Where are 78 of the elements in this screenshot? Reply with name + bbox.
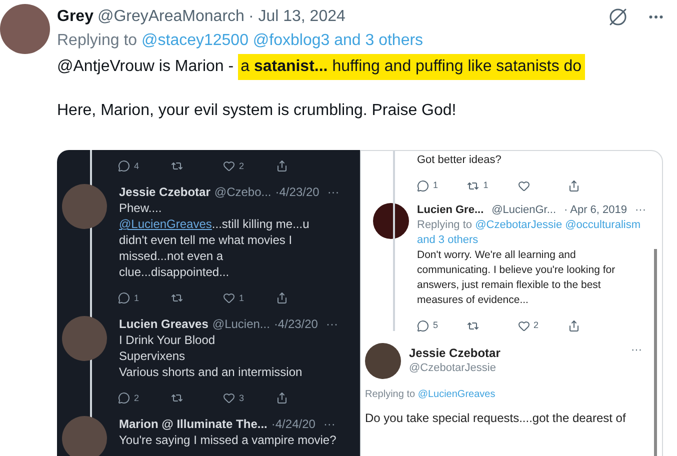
more-icon[interactable]: ··· bbox=[635, 203, 646, 218]
share-icon[interactable] bbox=[276, 292, 288, 304]
tweet-text: Do you take special requests....got the dearest of bbox=[365, 410, 626, 426]
action-count: 2 bbox=[534, 319, 539, 332]
retweet-icon[interactable] bbox=[467, 320, 480, 332]
avatar bbox=[365, 343, 401, 379]
tweet-date: · Jul 13, 2024 bbox=[248, 7, 346, 27]
author-handle: @Czebo... bbox=[214, 184, 272, 200]
author-name: Jessie Czebotar bbox=[409, 346, 502, 361]
tweet-text: Various shorts and an intermission bbox=[119, 364, 302, 380]
replying-to-text: Replying to @LucienGreaves bbox=[365, 388, 496, 402]
tweet-text: I Drink Your Blood bbox=[119, 332, 216, 348]
tweet-date: ·4/24/20 bbox=[271, 416, 316, 432]
highlighted-text: a satanist... huffing and puffing like satanists do bbox=[238, 54, 585, 80]
author-name: Grey bbox=[57, 7, 94, 27]
tweet-text: missed...not even a bbox=[119, 248, 224, 264]
author-name: Marion @ Illuminate The... bbox=[119, 416, 268, 432]
mention-link[interactable]: @LucienGreaves bbox=[119, 216, 212, 232]
action-count: 5 bbox=[433, 319, 438, 332]
more-icon[interactable]: ··· bbox=[327, 184, 340, 200]
tweet-date: ·4/23/20 bbox=[274, 316, 318, 332]
action-count: 2 bbox=[239, 160, 244, 173]
avatar bbox=[0, 4, 50, 54]
avatar bbox=[62, 416, 107, 456]
share-icon[interactable] bbox=[276, 160, 288, 172]
author-name: Lucien Greaves bbox=[119, 316, 208, 332]
action-count: 3 bbox=[239, 392, 244, 405]
author-handle: @GreyAreaMonarch bbox=[97, 7, 244, 27]
heart-icon[interactable] bbox=[223, 392, 235, 404]
avatar bbox=[373, 203, 409, 239]
more-icon[interactable]: ··· bbox=[326, 316, 338, 332]
author-name: Lucien Gre... bbox=[417, 203, 484, 218]
share-icon[interactable] bbox=[568, 180, 580, 192]
author-name: Jessie Czebotar bbox=[119, 184, 210, 200]
action-count: 1 bbox=[483, 179, 488, 192]
heart-icon[interactable] bbox=[518, 180, 530, 192]
avatar bbox=[62, 316, 107, 361]
replying-to-text: Replying to @CzebotarJessie @occulturalism and 3 others bbox=[417, 218, 642, 248]
comment-icon[interactable] bbox=[417, 180, 429, 192]
tweet-text: Don't worry. We're all learning and communicating. I believe you're looking for answers, just remain flexible to the best measures of evidence... bbox=[417, 248, 616, 308]
tweet-text: Here, Marion, your evil system is crumbling. Praise God! bbox=[57, 101, 458, 121]
share-icon[interactable] bbox=[276, 392, 288, 404]
tweet-text: didn't even tell me what movies I bbox=[119, 232, 292, 248]
avatar bbox=[62, 184, 107, 229]
tweet-text: @AntjeVrouw is Marion - bbox=[57, 57, 234, 77]
author-handle: @CzebotarJessie bbox=[409, 361, 497, 376]
comment-icon[interactable] bbox=[118, 160, 130, 172]
share-icon[interactable] bbox=[568, 320, 580, 332]
comment-icon[interactable] bbox=[417, 320, 429, 332]
comment-icon[interactable] bbox=[118, 292, 130, 304]
tweet-text: Supervixens bbox=[119, 348, 186, 364]
slashed-circle-icon[interactable] bbox=[609, 8, 627, 26]
scroll-bar[interactable] bbox=[654, 249, 657, 456]
author-handle: @LucienGr... bbox=[492, 203, 556, 218]
heart-icon[interactable] bbox=[223, 292, 235, 304]
replying-to-text: Replying to @stacey12500 @foxblog3 and 3 others bbox=[57, 31, 424, 51]
more-icon[interactable]: ··· bbox=[323, 416, 336, 432]
tweet-text: ...still killing me...u bbox=[212, 216, 310, 232]
tweet-text: You're saying I missed a vampire movie? bbox=[119, 432, 336, 448]
action-count: 1 bbox=[433, 179, 438, 192]
action-count: 1 bbox=[134, 292, 140, 305]
retweet-icon[interactable] bbox=[170, 392, 182, 404]
comment-icon[interactable] bbox=[118, 392, 130, 404]
retweet-icon[interactable] bbox=[170, 292, 182, 304]
author-handle: @Lucien... bbox=[212, 316, 270, 332]
more-icon[interactable]: ··· bbox=[631, 343, 642, 358]
tweet-text: Got better ideas? bbox=[416, 153, 502, 168]
heart-icon[interactable] bbox=[223, 160, 235, 172]
heart-icon[interactable] bbox=[518, 320, 530, 332]
tweet-text: clue...disappointed... bbox=[119, 264, 230, 280]
retweet-icon[interactable] bbox=[467, 180, 480, 192]
tweet-date: · Apr 6, 2019 bbox=[564, 203, 628, 218]
tweet-date: ·4/23/20 bbox=[275, 184, 320, 200]
retweet-icon[interactable] bbox=[170, 160, 182, 172]
tweet-text: Phew.... bbox=[119, 200, 162, 216]
action-count: 2 bbox=[134, 392, 140, 405]
action-count: 4 bbox=[134, 160, 140, 173]
action-count: 1 bbox=[239, 292, 244, 305]
